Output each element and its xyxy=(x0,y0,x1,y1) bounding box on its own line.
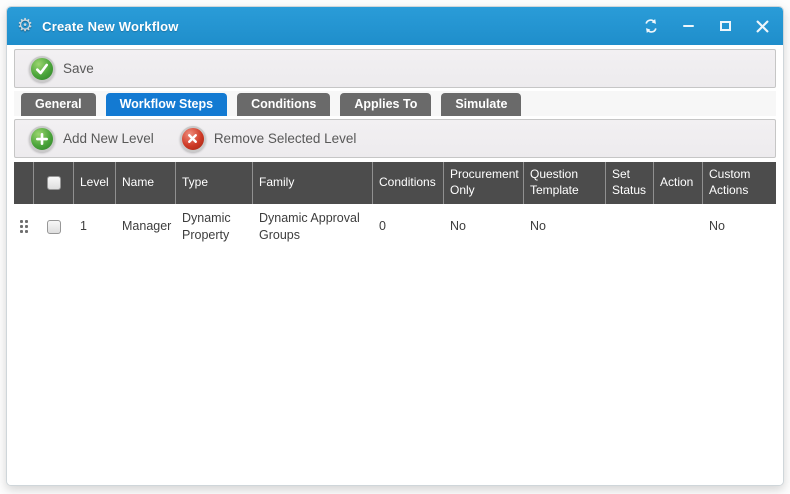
column-header-name: Name xyxy=(116,162,176,204)
column-header-select xyxy=(34,162,74,204)
cell-name: Manager xyxy=(116,204,176,249)
tab-strip: General Workflow Steps Conditions Applie… xyxy=(14,91,776,116)
cell-type: Dynamic Property xyxy=(176,204,253,249)
cell-family: Dynamic Approval Groups xyxy=(253,204,373,249)
cell-conditions: 0 xyxy=(373,204,444,249)
level-toolbar: Add New Level Remove Selected Level xyxy=(14,119,776,158)
cell-set-status xyxy=(606,204,654,249)
create-workflow-dialog: ⚙ Create New Workflow xyxy=(6,6,784,486)
select-all-checkbox[interactable] xyxy=(47,176,61,190)
tab-workflow-steps[interactable]: Workflow Steps xyxy=(106,93,228,116)
column-header-type: Type xyxy=(176,162,253,204)
column-header-drag xyxy=(14,162,34,204)
tab-conditions[interactable]: Conditions xyxy=(237,93,330,116)
refresh-icon xyxy=(643,18,659,34)
remove-selected-level-button[interactable]: Remove Selected Level xyxy=(176,124,361,154)
tab-simulate[interactable]: Simulate xyxy=(441,93,521,116)
save-button-label: Save xyxy=(63,61,94,76)
column-header-family: Family xyxy=(253,162,373,204)
table-header-row: Level Name Type Family Conditions Procur… xyxy=(14,162,776,204)
column-header-question-template: Question Template xyxy=(524,162,606,204)
row-drag-cell xyxy=(14,204,34,249)
check-circle-icon xyxy=(29,56,55,82)
tab-general[interactable]: General xyxy=(21,93,96,116)
tab-applies-to[interactable]: Applies To xyxy=(340,93,431,116)
x-circle-icon xyxy=(180,126,206,152)
add-new-level-button[interactable]: Add New Level xyxy=(25,124,158,154)
save-toolbar: Save xyxy=(14,49,776,88)
window-controls xyxy=(642,17,771,35)
column-header-action: Action xyxy=(654,162,703,204)
cell-question-template: No xyxy=(524,204,606,249)
table-row[interactable]: 1 Manager Dynamic Property Dynamic Appro… xyxy=(14,204,776,249)
refresh-button[interactable] xyxy=(642,17,660,35)
save-button[interactable]: Save xyxy=(25,54,98,84)
cell-procurement-only: No xyxy=(444,204,524,249)
column-header-custom-actions: Custom Actions xyxy=(703,162,776,204)
row-select-cell xyxy=(34,204,74,249)
window-title: Create New Workflow xyxy=(42,19,178,34)
column-header-conditions: Conditions xyxy=(373,162,444,204)
cell-action xyxy=(654,204,703,249)
row-checkbox[interactable] xyxy=(47,220,61,234)
maximize-icon xyxy=(720,21,731,31)
gear-icon: ⚙ xyxy=(17,17,33,35)
minimize-button[interactable] xyxy=(679,17,697,35)
column-header-set-status: Set Status xyxy=(606,162,654,204)
minimize-icon xyxy=(683,25,694,27)
column-header-procurement-only: Procurement Only xyxy=(444,162,524,204)
close-icon xyxy=(756,20,769,33)
column-header-level: Level xyxy=(74,162,116,204)
titlebar: ⚙ Create New Workflow xyxy=(7,7,783,45)
maximize-button[interactable] xyxy=(716,17,734,35)
drag-handle-icon[interactable] xyxy=(20,220,28,233)
cell-level: 1 xyxy=(74,204,116,249)
add-new-level-label: Add New Level xyxy=(63,131,154,146)
plus-circle-icon xyxy=(29,126,55,152)
close-button[interactable] xyxy=(753,17,771,35)
dialog-content: Save General Workflow Steps Conditions A… xyxy=(7,45,783,485)
workflow-steps-table: Level Name Type Family Conditions Procur… xyxy=(14,162,776,249)
remove-selected-level-label: Remove Selected Level xyxy=(214,131,357,146)
cell-custom-actions: No xyxy=(703,204,776,249)
